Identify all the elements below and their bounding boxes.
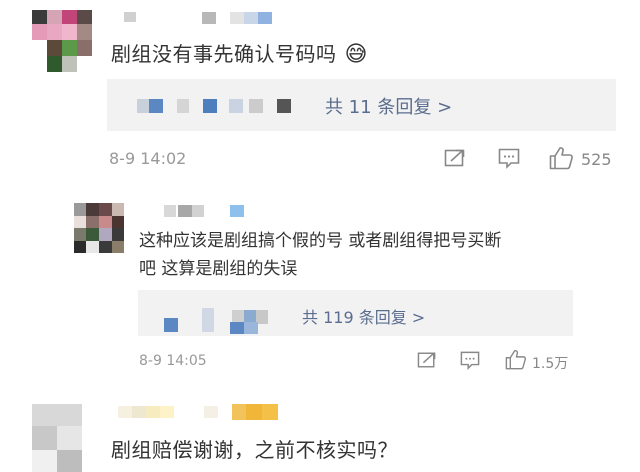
comment-icon[interactable] <box>460 351 480 370</box>
like-count: 525 <box>581 150 612 169</box>
comment-text-line-1: 这种应该是剧组搞个假的号 或者剧组得把号买断 <box>139 231 502 251</box>
share-icon[interactable] <box>444 148 466 168</box>
username[interactable] <box>164 203 254 219</box>
avatar[interactable] <box>74 203 124 253</box>
username[interactable] <box>124 10 274 24</box>
comment-text-line-2: 吧 这算是剧组的失误 <box>139 259 298 279</box>
replies-box[interactable]: 共 119 条回复 > <box>138 290 573 336</box>
comment-text: 这种应该是剧组搞个假的号 或者剧组得把号买断 吧 这算是剧组的失误 <box>139 227 501 283</box>
comment-text: 剧组没有事先确认号码吗 😅 <box>111 38 368 67</box>
comment-text-content: 剧组没有事先确认号码吗 <box>111 42 337 66</box>
replies-box[interactable]: 共 11 条回复 > <box>107 79 616 131</box>
share-icon[interactable] <box>417 351 437 369</box>
thumbs-up-icon[interactable] <box>505 349 527 370</box>
like-count: 1.5万 <box>532 356 569 372</box>
avatar[interactable] <box>32 404 82 472</box>
avatar[interactable] <box>32 10 92 72</box>
thumbs-up-icon[interactable] <box>549 146 574 170</box>
timestamp: 8-9 14:02 <box>109 149 187 168</box>
view-replies-link[interactable]: 共 119 条回复 > <box>302 304 425 328</box>
sweat-smile-emoji: 😅 <box>344 42 368 67</box>
view-replies-link[interactable]: 共 11 条回复 > <box>325 93 452 119</box>
username[interactable] <box>118 402 298 420</box>
timestamp: 8-9 14:05 <box>139 353 207 369</box>
comment-text: 剧组赔偿谢谢，之前不核实吗？ <box>111 438 398 462</box>
comment-icon[interactable] <box>498 148 520 169</box>
